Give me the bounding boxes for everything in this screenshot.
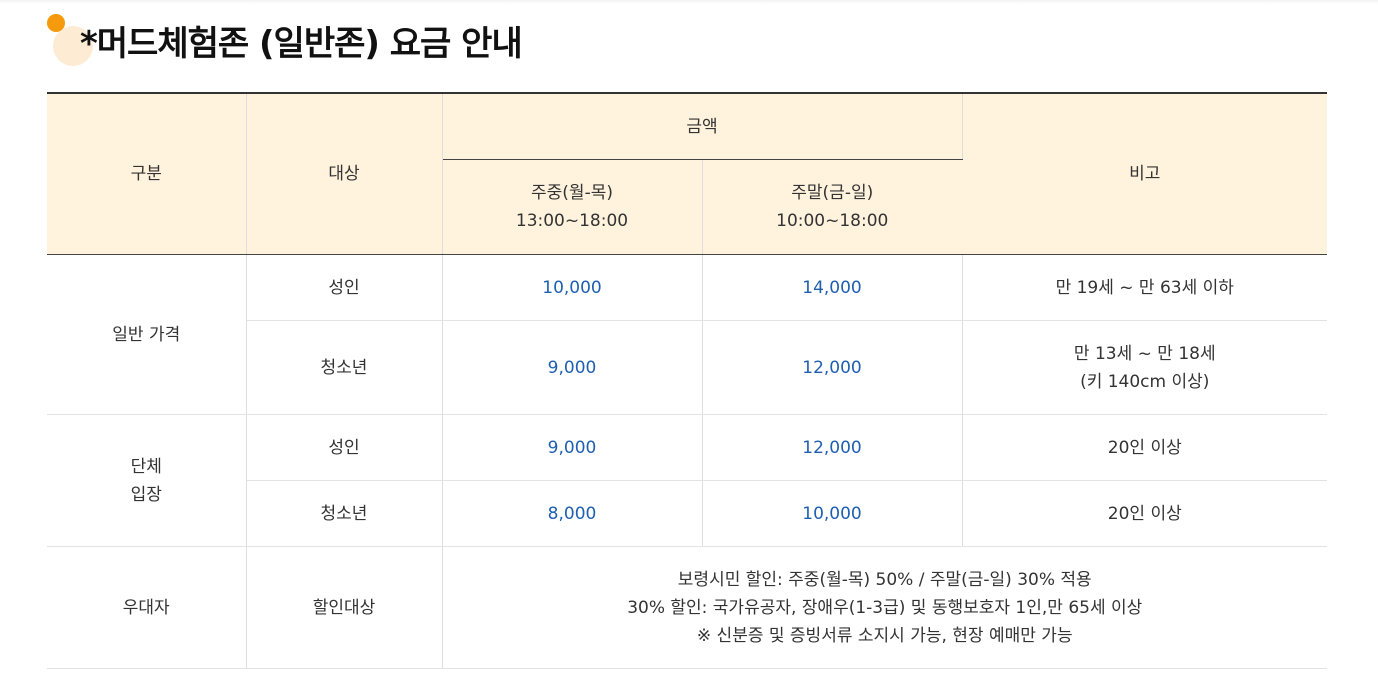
fee-table-body: 일반 가격 성인 10,000 14,000 만 19세 ~ 만 63세 이하 … — [47, 254, 1327, 669]
header-weekday-days: 주중(월-목) — [531, 183, 613, 203]
weekend-price: 12,000 — [702, 320, 963, 415]
category-group: 단체 입장 — [47, 414, 247, 547]
discount-line: 보령시민 할인: 주중(월-목) 50% / 주말(금-일) 30% 적용 — [677, 569, 1092, 590]
note-cell: 만 13세 ~ 만 18세 (키 140cm 이상) — [962, 320, 1327, 415]
note-cell: 20인 이상 — [962, 414, 1327, 481]
target-cell: 청소년 — [246, 480, 443, 547]
table-row: 단체 입장 성인 9,000 12,000 20인 이상 — [47, 414, 1327, 547]
target-cell: 성인 — [246, 414, 443, 481]
table-row: 일반 가격 성인 10,000 14,000 만 19세 ~ 만 63세 이하 — [47, 254, 1327, 415]
header-weekday: 주중(월-목) 13:00~18:00 — [442, 159, 703, 255]
category-group-line1: 단체 — [130, 456, 162, 477]
title-decoration-circle-small — [47, 14, 65, 32]
title-area: *머드체험존 (일반존) 요금 안내 — [47, 12, 747, 72]
page-title: *머드체험존 (일반존) 요금 안내 — [80, 24, 523, 64]
weekday-price: 9,000 — [442, 320, 703, 415]
discount-details: 보령시민 할인: 주중(월-목) 50% / 주말(금-일) 30% 적용 30… — [442, 546, 1327, 669]
table-row: 우대자 할인대상 보령시민 할인: 주중(월-목) 50% / 주말(금-일) … — [47, 546, 1327, 669]
weekend-price: 10,000 — [702, 480, 963, 547]
header-note: 비고 — [962, 92, 1327, 255]
note-cell: 20인 이상 — [962, 480, 1327, 547]
header-weekday-hours: 13:00~18:00 — [515, 211, 629, 231]
header-target: 대상 — [246, 92, 443, 255]
header-weekend-hours: 10:00~18:00 — [776, 211, 889, 231]
category-group-line2: 입장 — [130, 484, 162, 505]
weekday-price: 9,000 — [442, 414, 703, 481]
category-general: 일반 가격 — [47, 254, 247, 415]
note-cell: 만 19세 ~ 만 63세 이하 — [962, 254, 1327, 321]
header-amount: 금액 — [442, 92, 963, 160]
weekday-price: 8,000 — [442, 480, 703, 547]
top-divider — [0, 0, 1378, 4]
target-cell: 성인 — [246, 254, 443, 321]
fee-table: 구분 대상 금액 비고 주중(월-목) 13:00~18:00 주말(금-일) … — [47, 92, 1327, 669]
discount-line: ※ 신분증 및 증빙서류 소지시 가능, 현장 예매만 가능 — [696, 625, 1073, 646]
weekday-price: 10,000 — [442, 254, 703, 321]
weekend-price: 12,000 — [702, 414, 963, 481]
header-weekend: 주말(금-일) 10:00~18:00 — [702, 159, 962, 255]
category-discount: 우대자 — [47, 546, 247, 669]
discount-line: 30% 할인: 국가유공자, 장애우(1-3급) 및 동행보호자 1인,만 65… — [627, 597, 1143, 618]
header-weekend-days: 주말(금-일) — [791, 183, 874, 203]
target-cell: 청소년 — [246, 320, 443, 415]
note-age: 만 13세 ~ 만 18세 — [1073, 343, 1216, 364]
header-category: 구분 — [47, 92, 247, 255]
target-cell: 할인대상 — [246, 546, 443, 669]
fee-table-header: 구분 대상 금액 비고 주중(월-목) 13:00~18:00 주말(금-일) … — [47, 92, 1327, 255]
weekend-price: 14,000 — [702, 254, 963, 321]
note-height: (키 140cm 이상) — [1080, 371, 1210, 392]
